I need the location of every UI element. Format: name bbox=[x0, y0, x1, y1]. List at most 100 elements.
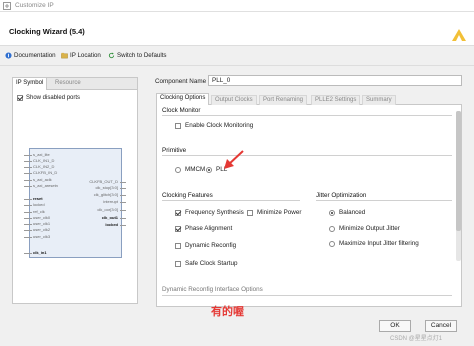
input-port-label: CLK_IN2_D bbox=[33, 164, 55, 169]
primitive-mmcm[interactable]: MMCM bbox=[175, 166, 205, 173]
port-pin bbox=[120, 210, 126, 211]
jitter-maximize-input[interactable]: Maximize Input Jitter filtering bbox=[329, 240, 419, 247]
tab-port-renaming[interactable]: Port Renaming bbox=[259, 95, 308, 105]
dynamic-reconfig-interface-title: Dynamic Reconfig Interface Options bbox=[162, 286, 263, 293]
dynamic-reconfig-label: Dynamic Reconfig bbox=[185, 242, 237, 249]
window-title: Customize IP bbox=[15, 2, 54, 9]
output-port-label: clk_oor[3:0] bbox=[97, 207, 118, 212]
dynamic-reconfig[interactable]: Dynamic Reconfig bbox=[175, 242, 236, 249]
phase-alignment-checkbox[interactable] bbox=[175, 225, 181, 232]
output-port-label: CLKFB_OUT_D bbox=[89, 179, 118, 184]
app-icon bbox=[3, 2, 11, 10]
balanced-label: Balanced bbox=[339, 209, 366, 216]
port-pin bbox=[120, 218, 126, 219]
input-port-label: user_clk3 bbox=[33, 234, 51, 239]
wizard-header: Clocking Wizard (5.4) bbox=[0, 12, 474, 46]
minimize-power[interactable]: Minimize Power bbox=[247, 209, 301, 216]
port-pin bbox=[120, 188, 126, 189]
left-tabs: IP Symbol Resource bbox=[13, 78, 137, 90]
safe-clock-startup-label: Safe Clock Startup bbox=[185, 260, 238, 267]
input-port-label: s_axi_aresetn bbox=[33, 183, 58, 188]
tab-plle2-settings[interactable]: PLLE2 Settings bbox=[311, 95, 361, 105]
component-name-label: Component Name bbox=[155, 78, 207, 85]
window-titlebar: Customize IP bbox=[0, 0, 474, 12]
port-pin bbox=[24, 173, 32, 174]
frequency-synthesis[interactable]: Frequency Synthesis bbox=[175, 209, 244, 216]
tab-resource[interactable]: Resource bbox=[55, 80, 81, 86]
divider bbox=[162, 115, 452, 116]
divider bbox=[162, 200, 300, 201]
port-pin bbox=[24, 237, 32, 238]
enable-clock-monitoring[interactable]: Enable Clock Monitoring bbox=[175, 122, 253, 129]
config-tabs: Clocking Options Output Clocks Port Rena… bbox=[156, 93, 462, 106]
scrollbar-thumb[interactable] bbox=[456, 111, 461, 231]
output-port-label: clk_out1 bbox=[101, 215, 118, 220]
pll-radio[interactable] bbox=[206, 166, 212, 173]
port-pin bbox=[24, 212, 32, 213]
clock-monitor-title: Clock Monitor bbox=[162, 107, 201, 114]
input-port-label: clk_in1 bbox=[33, 250, 47, 255]
clocking-features-title: Clocking Features bbox=[162, 192, 213, 199]
safe-clock-startup-checkbox[interactable] bbox=[175, 260, 181, 267]
book-icon bbox=[5, 52, 12, 59]
wizard-title: Clocking Wizard (5.4) bbox=[9, 27, 85, 36]
jitter-optimization-title: Jitter Optimization bbox=[316, 192, 367, 199]
port-pin bbox=[24, 218, 32, 219]
divider bbox=[162, 155, 452, 156]
ip-location-button[interactable]: IP Location bbox=[61, 52, 101, 59]
tab-ip-symbol[interactable]: IP Symbol bbox=[13, 78, 48, 90]
frequency-synthesis-checkbox[interactable] bbox=[175, 209, 181, 216]
port-pin bbox=[120, 202, 126, 203]
input-port-label: locked bbox=[33, 202, 45, 207]
port-pin bbox=[120, 182, 126, 183]
component-name-input[interactable]: PLL_0 bbox=[208, 75, 462, 86]
port-pin bbox=[24, 167, 32, 168]
config-panel: Component Name PLL_0 Clocking Options Ou… bbox=[153, 75, 465, 307]
frequency-synthesis-label: Frequency Synthesis bbox=[185, 209, 244, 216]
credit-text: CSDN @星星点灯1 bbox=[390, 336, 443, 342]
jitter-minimize-output[interactable]: Minimize Output Jitter bbox=[329, 225, 400, 232]
show-disabled-ports-checkbox[interactable] bbox=[17, 95, 23, 101]
show-disabled-ports-label: Show disabled ports bbox=[26, 95, 81, 101]
toolbar: Documentation IP Location Switch to Defa… bbox=[0, 46, 474, 66]
watermark-text: 有的喔 bbox=[211, 305, 244, 318]
port-pin bbox=[24, 186, 32, 187]
ok-button[interactable]: OK bbox=[379, 320, 411, 332]
tab-output-clocks[interactable]: Output Clocks bbox=[211, 95, 257, 105]
input-port-label: user_clk2 bbox=[33, 227, 51, 232]
ip-location-label: IP Location bbox=[70, 52, 101, 59]
balanced-radio[interactable] bbox=[329, 209, 335, 216]
switch-defaults-button[interactable]: Switch to Defaults bbox=[108, 52, 167, 59]
tab-summary[interactable]: Summary bbox=[362, 95, 396, 105]
show-disabled-ports[interactable]: Show disabled ports bbox=[17, 95, 80, 101]
port-pin bbox=[24, 180, 32, 181]
divider bbox=[316, 200, 452, 201]
minimize-power-label: Minimize Power bbox=[257, 209, 302, 216]
enable-clock-monitoring-label: Enable Clock Monitoring bbox=[185, 122, 254, 129]
maximize-input-jitter-radio[interactable] bbox=[329, 240, 335, 247]
jitter-balanced[interactable]: Balanced bbox=[329, 209, 365, 216]
enable-clock-monitoring-checkbox[interactable] bbox=[175, 122, 181, 129]
port-pin bbox=[24, 155, 32, 156]
dynamic-reconfig-checkbox[interactable] bbox=[175, 242, 181, 249]
maximize-input-jitter-label: Maximize Input Jitter filtering bbox=[339, 240, 419, 247]
vendor-logo-icon bbox=[452, 29, 466, 41]
cancel-button[interactable]: Cancel bbox=[425, 320, 457, 332]
mmcm-radio[interactable] bbox=[175, 166, 181, 173]
mmcm-label: MMCM bbox=[185, 166, 206, 173]
minimize-output-jitter-radio[interactable] bbox=[329, 225, 335, 232]
output-port-label: interrupt bbox=[103, 199, 118, 204]
minimize-output-jitter-label: Minimize Output Jitter bbox=[339, 225, 400, 232]
phase-alignment[interactable]: Phase Alignment bbox=[175, 225, 232, 232]
divider bbox=[162, 295, 452, 296]
input-port-label: s_axi_lite bbox=[33, 152, 50, 157]
annotation-arrow-icon bbox=[224, 150, 244, 169]
documentation-button[interactable]: Documentation bbox=[5, 52, 56, 59]
port-pin bbox=[24, 205, 32, 206]
safe-clock-startup[interactable]: Safe Clock Startup bbox=[175, 260, 238, 267]
input-port-label: user_clk0 bbox=[33, 215, 51, 220]
clocking-options-content: Clock Monitor Enable Clock Monitoring Pr… bbox=[156, 105, 462, 307]
vertical-scrollbar[interactable] bbox=[456, 111, 461, 261]
minimize-power-checkbox[interactable] bbox=[247, 209, 253, 216]
port-pin bbox=[24, 161, 32, 162]
